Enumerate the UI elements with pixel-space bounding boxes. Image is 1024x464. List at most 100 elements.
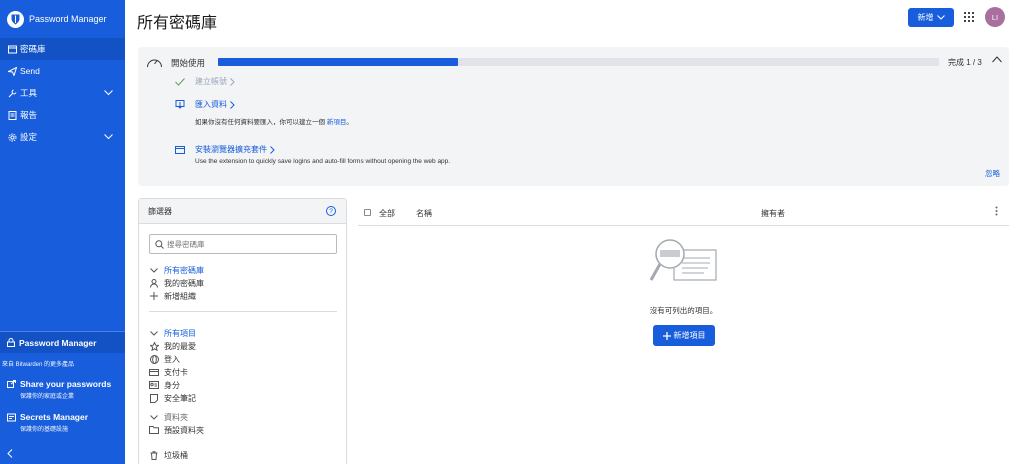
product-title: Share your passwords xyxy=(20,379,112,389)
filter-label: 身分 xyxy=(164,380,180,390)
filter-my-vault[interactable]: 我的密碼庫 xyxy=(149,277,204,289)
onboarding-title: 開始使用 xyxy=(171,58,206,68)
collapse-sidebar-button[interactable] xyxy=(0,442,125,464)
sidebar: Password Manager 密碼庫 Send 工具 報告 設定 Passw… xyxy=(0,0,125,464)
filter-trash[interactable]: 垃圾桶 xyxy=(149,449,188,461)
filter-label: 我的最愛 xyxy=(164,341,196,351)
product-password-manager[interactable]: Password Manager xyxy=(0,331,125,353)
product-label: Password Manager xyxy=(19,337,97,348)
filter-default-folder[interactable]: 預設資料夾 xyxy=(149,424,204,436)
dismiss-link[interactable]: 忽略 xyxy=(985,168,1000,179)
add-item-label: 新增項目 xyxy=(673,331,706,340)
task-label: 安裝瀏覽器擴充套件 xyxy=(195,145,267,154)
more-from-label: 來自 Bitwarden 的更多產品 xyxy=(2,362,75,368)
onboarding-panel: 開始使用 完成 1 / 3 建立帳號 匯入資料 如果你沒有任何資料要匯入，你可以… xyxy=(138,47,1009,186)
filter-title: 篩選器 xyxy=(148,206,172,216)
task-install-extension[interactable]: 安裝瀏覽器擴充套件 xyxy=(175,144,275,155)
sidebar-item-label: 工具 xyxy=(20,88,38,98)
add-item-button[interactable]: 新增項目 xyxy=(653,325,715,346)
filter-label: 垃圾桶 xyxy=(164,450,188,460)
filter-label: 所有項目 xyxy=(164,328,196,338)
task-label: 建立帳號 xyxy=(195,77,227,86)
filter-favorites[interactable]: 我的最愛 xyxy=(149,340,196,352)
divider xyxy=(149,311,337,312)
select-all-checkbox[interactable] xyxy=(364,209,371,216)
new-button[interactable]: 新增 xyxy=(908,8,954,27)
search-field[interactable] xyxy=(149,234,337,254)
filter-folders[interactable]: 資料夾 xyxy=(149,411,188,423)
brand-label: Password Manager xyxy=(29,14,107,24)
secrets-icon xyxy=(7,413,16,422)
sidebar-item-settings[interactable]: 設定 xyxy=(0,126,125,148)
note-icon xyxy=(149,393,159,403)
task-label: 匯入資料 xyxy=(195,100,227,109)
product-secrets-manager[interactable]: Secrets Manager 保護你的基礎設施 xyxy=(0,409,125,436)
sidebar-item-label: 密碼庫 xyxy=(20,44,46,54)
filter-label: 安全筆記 xyxy=(164,393,196,403)
sidebar-item-vault[interactable]: 密碼庫 xyxy=(0,38,125,60)
filter-cards[interactable]: 支付卡 xyxy=(149,366,188,378)
sidebar-item-label: Send xyxy=(20,66,40,76)
more-options-icon[interactable] xyxy=(995,206,998,218)
filter-label: 所有密碼庫 xyxy=(164,265,204,275)
onboarding-progress-fill xyxy=(218,58,459,66)
sidebar-item-label: 報告 xyxy=(20,110,38,120)
import-icon xyxy=(175,100,187,109)
chevron-down-icon xyxy=(936,15,945,20)
sidebar-item-reports[interactable]: 報告 xyxy=(0,104,125,126)
onboarding-progress-text: 完成 1 / 3 xyxy=(948,58,982,67)
column-name: 名稱 xyxy=(416,209,432,218)
browser-icon xyxy=(175,145,187,154)
chevron-down-icon xyxy=(149,330,159,336)
chevron-up-icon[interactable] xyxy=(992,55,1002,65)
globe-icon xyxy=(149,354,159,364)
new-item-link[interactable]: 新項目 xyxy=(327,119,347,126)
filter-label: 我的密碼庫 xyxy=(164,278,204,288)
new-button-label: 新增 xyxy=(917,13,934,22)
page-title: 所有密碼庫 xyxy=(137,15,218,32)
task-description-text: 如果你沒有任何資料要匯入，你可以建立一個 xyxy=(195,119,325,126)
filter-identities[interactable]: 身分 xyxy=(149,379,180,391)
sidebar-item-tools[interactable]: 工具 xyxy=(0,82,125,104)
help-icon[interactable]: ? xyxy=(326,206,336,216)
page-header: 所有密碼庫 新增 LI xyxy=(125,0,1024,38)
avatar[interactable]: LI xyxy=(985,7,1005,27)
onboarding-progress-bar xyxy=(218,58,939,66)
chevron-down-icon xyxy=(104,88,113,98)
filter-logins[interactable]: 登入 xyxy=(149,353,180,365)
product-switcher: Password Manager 來自 Bitwarden 的更多產品 Shar… xyxy=(0,331,125,464)
search-icon xyxy=(155,239,164,249)
filter-secure-notes[interactable]: 安全筆記 xyxy=(149,392,196,404)
send-icon xyxy=(7,66,17,76)
plus-icon xyxy=(149,292,159,300)
star-icon xyxy=(149,341,159,351)
product-share[interactable]: Share your passwords 保護你的家庭或企業 xyxy=(0,376,125,403)
sidebar-brand[interactable]: Password Manager xyxy=(0,0,125,38)
chevron-right-icon xyxy=(230,77,235,86)
gear-icon xyxy=(7,132,17,142)
filter-all-vaults[interactable]: 所有密碼庫 xyxy=(149,264,204,276)
bitwarden-logo-icon xyxy=(7,10,24,28)
chevron-left-icon xyxy=(7,448,13,458)
chevron-down-icon xyxy=(104,132,113,142)
wrench-icon xyxy=(7,88,17,98)
task-import-data[interactable]: 匯入資料 xyxy=(175,99,235,110)
sidebar-item-send[interactable]: Send xyxy=(0,60,125,82)
filter-header: 篩選器 ? xyxy=(139,199,346,224)
user-icon xyxy=(149,278,159,288)
folder-icon xyxy=(149,426,159,434)
column-all[interactable]: 全部 xyxy=(379,208,395,219)
no-items-illustration xyxy=(648,236,720,290)
product-title: Secrets Manager xyxy=(20,412,89,422)
filter-new-org[interactable]: 新增組織 xyxy=(149,290,196,302)
items-table-header: 全部 名稱 擁有者 xyxy=(358,201,1009,226)
chevron-right-icon xyxy=(270,145,275,154)
search-input[interactable] xyxy=(167,239,327,249)
filter-all-items[interactable]: 所有項目 xyxy=(149,327,196,339)
task-description: 如果你沒有任何資料要匯入，你可以建立一個 新項目。 xyxy=(195,116,353,126)
filter-label: 登入 xyxy=(164,354,180,364)
empty-state-text: 沒有可列出的項目。 xyxy=(649,306,718,315)
product-subtitle: 保護你的家庭或企業 xyxy=(20,394,75,400)
task-create-account[interactable]: 建立帳號 xyxy=(175,76,235,87)
product-switcher-icon[interactable] xyxy=(964,12,974,24)
